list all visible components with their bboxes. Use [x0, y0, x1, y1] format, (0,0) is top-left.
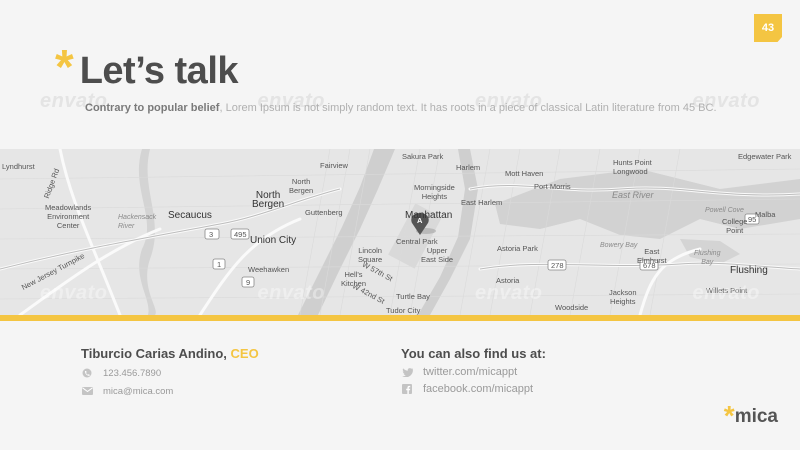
twitter-link[interactable]: twitter.com/micappt: [401, 366, 546, 378]
map-label: Willets Point: [706, 286, 748, 295]
subtitle-lead: Contrary to popular belief: [85, 102, 220, 114]
map-label: Upper East Side: [421, 246, 454, 264]
contact-person: Tiburcio Carias Andino, CEO 123.456.7890…: [81, 346, 259, 397]
map-label: Turtle Bay: [396, 292, 430, 301]
map-label: Lyndhurst: [2, 162, 35, 171]
contact-name: Tiburcio Carias Andino, CEO: [81, 346, 259, 361]
map-label: Central Park: [396, 237, 438, 246]
contact-role: CEO: [230, 346, 259, 361]
map-label-route: 9: [246, 278, 251, 287]
email-row[interactable]: mica@mica.com: [81, 385, 259, 397]
logo-asterisk: *: [723, 400, 735, 431]
social-heading: You can also find us at:: [401, 346, 546, 361]
phone-row[interactable]: 123.456.7890: [81, 367, 259, 379]
map-label: Flushing: [730, 265, 768, 276]
map-label: Manhattan: [405, 210, 453, 221]
facebook-icon: [401, 383, 413, 395]
map-label: Astoria: [496, 276, 520, 285]
phone-icon: [81, 367, 93, 379]
map-label: Woodside: [555, 303, 589, 312]
map-label: East Harlem: [461, 198, 503, 207]
map-label: Secaucus: [168, 210, 212, 221]
map-label: East River: [612, 190, 654, 200]
map-label: East Elmhurst: [637, 247, 667, 265]
accent-divider: [0, 315, 800, 321]
map-label: Edgewater Park: [738, 152, 792, 161]
page-number: 43: [761, 22, 775, 34]
map-label-route: 495: [234, 230, 247, 239]
map-label: Morningside Heights: [414, 183, 455, 201]
facebook-link[interactable]: facebook.com/micappt: [401, 383, 546, 395]
social-links: You can also find us at: twitter.com/mic…: [401, 346, 546, 395]
subtitle-body: , Lorem Ipsum is not simply random text.…: [219, 102, 717, 114]
subtitle: Contrary to popular belief, Lorem Ipsum …: [85, 100, 725, 116]
map-label: Flushing Bay: [694, 250, 721, 266]
logo-text: mica: [734, 406, 778, 427]
title-block: * Let’s talk: [55, 41, 239, 94]
map-label: Powell Cove: [705, 207, 744, 214]
map-label-route: 1: [217, 260, 222, 269]
map-label: Guttenberg: [305, 208, 343, 217]
mail-icon: [81, 385, 93, 397]
map-label: Mott Haven: [505, 169, 544, 178]
brand-logo: * mica: [723, 400, 778, 431]
slide: 43 envato envato envato envato * Let’s t…: [0, 0, 800, 450]
contact-name-text: Tiburcio Carias Andino,: [81, 346, 231, 361]
twitter-icon: [401, 366, 413, 378]
map-label: Hackensack River: [118, 214, 157, 230]
map-label: Weehawken: [248, 265, 290, 274]
map-label: Union City: [250, 235, 297, 246]
map-label: Malba: [755, 210, 776, 219]
map-label: Astoria Park: [497, 244, 538, 253]
map-label: Hunts Point Longwood: [613, 158, 652, 176]
map-label: Harlem: [456, 163, 481, 172]
map-label-route: 278: [551, 261, 564, 270]
email-address: mica@mica.com: [103, 385, 174, 397]
map-label: Lincoln Square: [358, 246, 383, 264]
map-label: Fairview: [320, 161, 348, 170]
map-label: North Bergen: [252, 190, 285, 210]
facebook-handle: facebook.com/micappt: [423, 383, 534, 395]
page-number-badge: 43: [754, 14, 782, 42]
map-label: College Point: [722, 217, 748, 235]
map-graphic: [0, 149, 800, 315]
map[interactable]: 3 495 1 9 278 678 95 A Lyndhurst Ridge R…: [0, 149, 800, 315]
map-label: North Bergen: [289, 177, 314, 195]
map-label: Port Morris: [534, 182, 571, 191]
asterisk-icon: *: [55, 41, 74, 94]
map-label: Meadowlands Environment Center: [45, 203, 92, 230]
map-label: Bowery Bay: [600, 242, 638, 249]
page-title: Let’s talk: [79, 50, 239, 92]
phone-number: 123.456.7890: [103, 367, 162, 379]
map-label: Tudor City: [386, 306, 421, 315]
map-label-route: 3: [209, 230, 214, 239]
map-label: Sakura Park: [402, 152, 444, 161]
twitter-handle: twitter.com/micappt: [423, 366, 518, 378]
map-label: Jackson Heights: [609, 288, 637, 306]
